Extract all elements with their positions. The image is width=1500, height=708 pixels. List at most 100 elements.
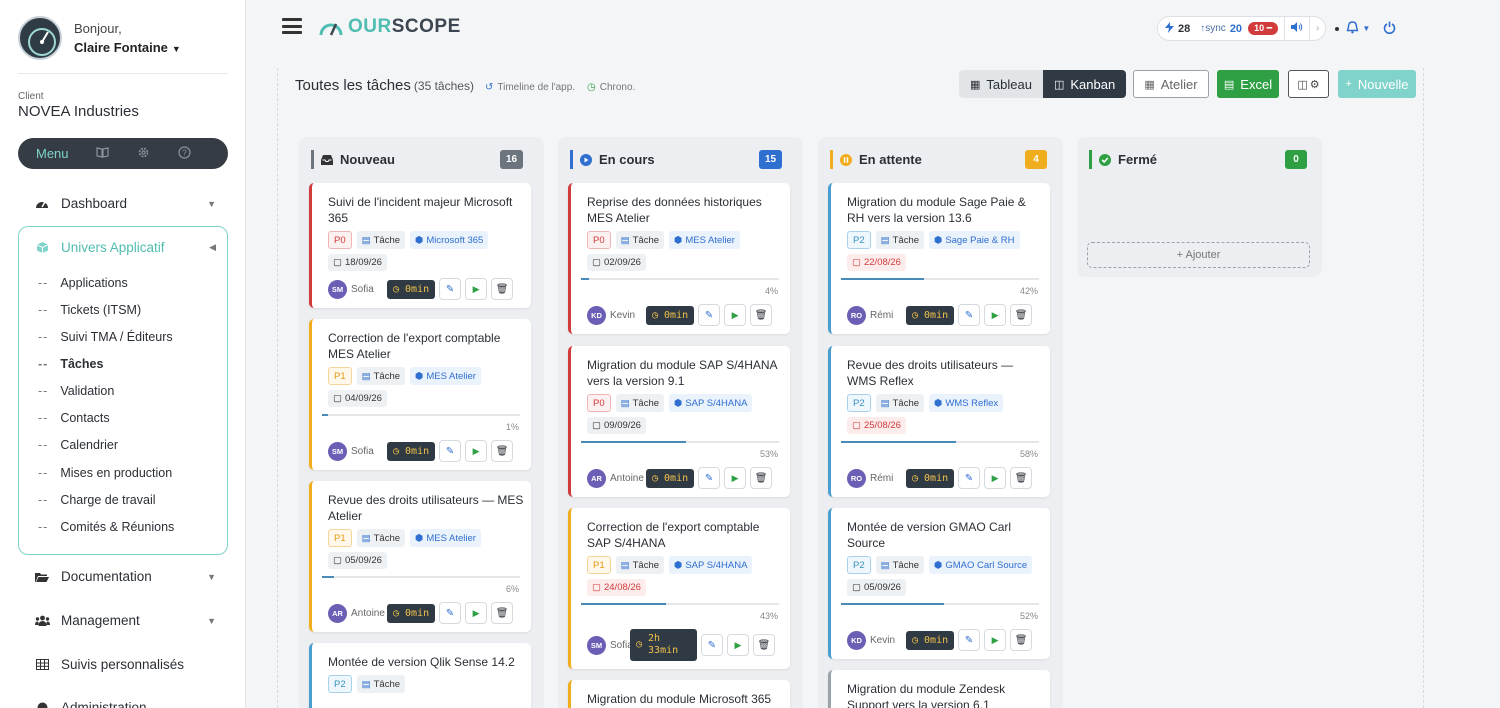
task-icon: ▤ [880,234,890,246]
edit-button[interactable]: ✎ [698,304,721,326]
menu-tab[interactable]: Menu [36,146,69,161]
nav-suivis-personnalises[interactable]: Suivis personnalisés [34,657,218,672]
cube-icon: ⬢ [934,559,943,571]
play-button[interactable]: ▶ [465,602,488,624]
task-card[interactable]: Migration du module Sage Paie & RH vers … [828,183,1050,334]
alert-badge[interactable]: 10 ━ [1248,22,1278,35]
bell-icon[interactable] [1346,20,1359,37]
timer[interactable]: ◷ 0min [646,305,695,325]
chrono-link[interactable]: ◷ Chrono. [587,82,635,93]
task-card[interactable]: Correction de l'export comptable MES Ate… [309,319,531,470]
power-icon[interactable] [1383,21,1396,37]
play-button[interactable]: ▶ [984,629,1007,651]
timer[interactable]: ◷ 0min [387,441,436,461]
priority-badge: P2 [847,231,871,249]
volume-icon[interactable] [1291,22,1303,35]
stats-pill: 28 ↑sync 20 10 ━ › [1157,16,1327,41]
book-icon[interactable] [96,146,110,161]
delete-button[interactable]: 🗑 [1010,304,1033,326]
edit-button[interactable]: ✎ [958,304,981,326]
delete-button[interactable]: 🗑 [491,602,514,624]
play-button[interactable]: ▶ [465,278,488,300]
sync-count: 20 [1229,22,1243,35]
play-button[interactable]: ▶ [724,467,747,489]
delete-button[interactable]: 🗑 [753,634,775,656]
hamburger-menu-icon[interactable] [282,18,302,34]
pencil-icon: ✎ [964,634,974,646]
task-card[interactable]: Migration du module Microsoft 365 [568,680,790,708]
calendar-icon: ▢ [852,257,861,268]
sub-nav-applications[interactable]: -- Applications [38,276,128,290]
delete-button[interactable]: 🗑 [491,440,514,462]
play-button[interactable]: ▶ [465,440,488,462]
progress-bar [841,603,1039,605]
nav-administration[interactable]: Administration [34,700,218,708]
help-icon[interactable]: ? [178,145,192,162]
edit-button[interactable]: ✎ [439,440,462,462]
sub-nav-comites[interactable]: -- Comités & Réunions [38,520,174,534]
add-card-button[interactable]: + Ajouter [1087,242,1310,268]
user-menu[interactable]: Bonjour, Claire Fontaine ▼ [18,16,181,60]
atelier-button[interactable]: ▦ Atelier [1133,70,1209,98]
sub-nav-charge-de-travail[interactable]: -- Charge de travail [38,493,156,507]
edit-button[interactable]: ✎ [958,467,981,489]
sub-nav-taches[interactable]: -- Tâches [38,357,103,371]
kanban-view-button[interactable]: ◫ Kanban [1042,70,1127,98]
user-name[interactable]: Claire Fontaine ▼ [74,40,181,55]
sub-nav-mises-en-production[interactable]: -- Mises en production [38,466,172,480]
timeline-link[interactable]: ↺ Timeline de l'app. [485,82,575,93]
task-card[interactable]: Suivi de l'incident majeur Microsoft 365… [309,183,531,308]
nav-univers[interactable]: Univers Applicatif ◀ [34,240,218,255]
excel-export-button[interactable]: ▤ Excel [1217,70,1279,98]
edit-button[interactable]: ✎ [439,602,462,624]
task-card[interactable]: Revue des droits utilisateurs — WMS Refl… [828,346,1050,497]
nav-management[interactable]: Management ▼ [34,613,218,628]
timer[interactable]: ◷ 0min [387,603,436,623]
tableau-view-button[interactable]: ▦ Tableau [959,70,1043,98]
edit-button[interactable]: ✎ [958,629,981,651]
new-task-button[interactable]: + Nouvelle [1338,70,1416,98]
timer[interactable]: ◷ 0min [906,305,955,325]
delete-button[interactable]: 🗑 [1010,629,1033,651]
edit-button[interactable]: ✎ [698,467,721,489]
delete-button[interactable]: 🗑 [491,278,514,300]
timer[interactable]: ◷ 0min [387,279,436,299]
task-card[interactable]: Montée de version Qlik Sense 14.2 P2 ▤ Tâ… [309,643,531,708]
pencil-icon: ✎ [445,607,455,619]
task-title: Correction de l'export comptable SAP S/4… [587,520,760,550]
calendar-icon: ▢ [333,257,342,268]
task-card[interactable]: Migration du module SAP S/4HANA vers la … [568,346,790,497]
chevron-right-icon[interactable]: › [1316,23,1319,34]
play-button[interactable]: ▶ [727,634,749,656]
edit-button[interactable]: ✎ [439,278,462,300]
sub-nav-tickets[interactable]: -- Tickets (ITSM) [38,303,141,317]
column-settings-button[interactable]: ◫ ⚙ [1288,70,1329,98]
sub-nav-validation[interactable]: -- Validation [38,384,114,398]
caret-down-icon[interactable]: ▼ [1362,24,1370,33]
timer[interactable]: ◷ 0min [906,468,955,488]
timer[interactable]: ◷ 0min [906,630,955,650]
sub-nav-suivi-tma[interactable]: -- Suivi TMA / Éditeurs [38,330,173,344]
brand-logo[interactable]: OUR SCOPE [318,16,461,38]
play-button[interactable]: ▶ [984,467,1007,489]
delete-button[interactable]: 🗑 [750,467,773,489]
task-card[interactable]: Reprise des données historiques MES Atel… [568,183,790,334]
timer[interactable]: ◷ 0min [646,468,695,488]
task-card[interactable]: Migration du module Zendesk Support vers… [828,670,1050,708]
timer[interactable]: ◷ 2h 33min [630,629,697,661]
sub-nav-contacts[interactable]: -- Contacts [38,411,110,425]
nav-dashboard[interactable]: Dashboard ▼ [34,196,218,211]
task-card[interactable]: Montée de version GMAO Carl Source P2 ▤ T… [828,508,1050,659]
client-name[interactable]: NOVEA Industries [18,103,139,120]
delete-button[interactable]: 🗑 [1010,467,1033,489]
cube-icon: ⬢ [674,559,683,571]
gear-icon[interactable] [137,146,151,162]
edit-button[interactable]: ✎ [701,634,723,656]
task-card[interactable]: Revue des droits utilisateurs — MES Atel… [309,481,531,632]
nav-documentation[interactable]: Documentation ▼ [34,569,218,584]
play-button[interactable]: ▶ [984,304,1007,326]
play-button[interactable]: ▶ [724,304,747,326]
sub-nav-calendrier[interactable]: -- Calendrier [38,438,118,452]
delete-button[interactable]: 🗑 [750,304,773,326]
task-card[interactable]: Correction de l'export comptable SAP S/4… [568,508,790,669]
